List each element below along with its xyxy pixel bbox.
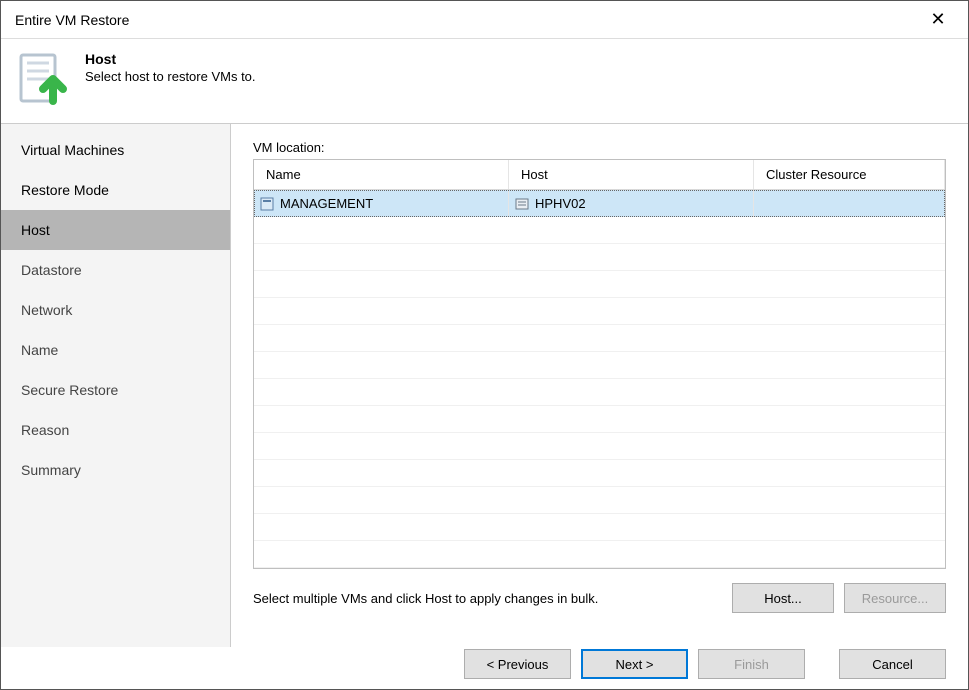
- main-panel: VM location: Name Host Cluster Resource: [231, 124, 968, 647]
- host-button[interactable]: Host...: [732, 583, 834, 613]
- page-title: Host: [85, 51, 256, 67]
- cell-host: HPHV02: [509, 190, 754, 217]
- sidebar-item-restore-mode[interactable]: Restore Mode: [1, 170, 230, 210]
- column-header-name[interactable]: Name: [254, 160, 509, 189]
- bulk-hint-text: Select multiple VMs and click Host to ap…: [253, 591, 598, 606]
- column-header-host[interactable]: Host: [509, 160, 754, 189]
- sidebar-item-name[interactable]: Name: [1, 330, 230, 370]
- titlebar: Entire VM Restore ✕: [1, 1, 968, 39]
- hint-row: Select multiple VMs and click Host to ap…: [253, 583, 946, 613]
- vm-icon: [260, 197, 274, 211]
- server-icon: [515, 197, 529, 211]
- table-row[interactable]: MANAGEMENT HPHV02: [254, 190, 945, 217]
- grid-header: Name Host Cluster Resource: [254, 160, 945, 190]
- grid-body: MANAGEMENT HPHV02: [254, 190, 945, 568]
- cancel-button[interactable]: Cancel: [839, 649, 946, 679]
- previous-button[interactable]: < Previous: [464, 649, 571, 679]
- vm-location-label: VM location:: [253, 140, 946, 155]
- sidebar-item-datastore[interactable]: Datastore: [1, 250, 230, 290]
- sidebar-item-host[interactable]: Host: [1, 210, 230, 250]
- window-title: Entire VM Restore: [15, 12, 129, 28]
- wizard-body: Virtual Machines Restore Mode Host Datas…: [1, 123, 968, 647]
- cell-name: MANAGEMENT: [254, 190, 509, 217]
- sidebar-item-summary[interactable]: Summary: [1, 450, 230, 490]
- next-button[interactable]: Next >: [581, 649, 688, 679]
- wizard-header-icon: [19, 51, 71, 105]
- sidebar-item-secure-restore[interactable]: Secure Restore: [1, 370, 230, 410]
- close-button[interactable]: ✕: [916, 5, 960, 35]
- cell-cluster: [754, 190, 945, 217]
- wizard-footer: < Previous Next > Finish Cancel: [1, 639, 968, 689]
- sidebar-item-virtual-machines[interactable]: Virtual Machines: [1, 130, 230, 170]
- column-header-cluster[interactable]: Cluster Resource: [754, 160, 945, 189]
- sidebar-item-reason[interactable]: Reason: [1, 410, 230, 450]
- finish-button[interactable]: Finish: [698, 649, 805, 679]
- close-icon: ✕: [930, 9, 945, 30]
- wizard-steps-sidebar: Virtual Machines Restore Mode Host Datas…: [1, 124, 231, 647]
- vm-location-grid[interactable]: Name Host Cluster Resource MANAGEMENT: [253, 159, 946, 569]
- cell-name-text: MANAGEMENT: [280, 196, 373, 211]
- page-subtitle: Select host to restore VMs to.: [85, 69, 256, 84]
- cell-host-text: HPHV02: [535, 196, 586, 211]
- sidebar-item-network[interactable]: Network: [1, 290, 230, 330]
- resource-button[interactable]: Resource...: [844, 583, 946, 613]
- wizard-header: Host Select host to restore VMs to.: [1, 39, 968, 123]
